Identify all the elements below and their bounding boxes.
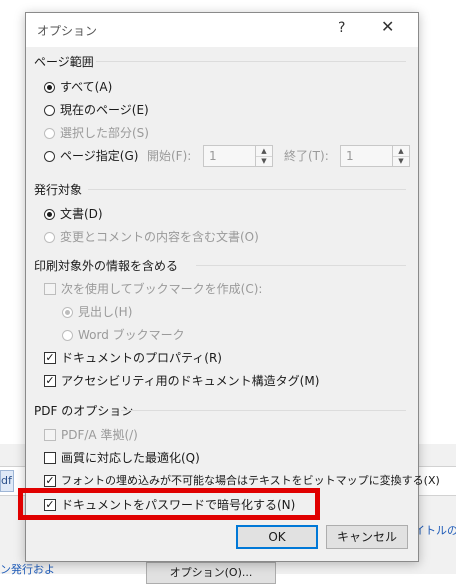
- checkbox-doc-properties-label[interactable]: ドキュメントのプロパティ(R): [61, 350, 222, 366]
- publish-divider: [88, 189, 406, 190]
- non-print-divider: [196, 265, 406, 266]
- cancel-button[interactable]: キャンセル: [326, 525, 408, 549]
- spin-down-icon: ▼: [261, 157, 267, 165]
- checkbox-optimize-label[interactable]: 画質に対応した最適化(Q): [61, 450, 200, 466]
- checkbox-bitmap-text-label[interactable]: フォントの埋め込みが不可能な場合はテキストをビットマップに変換する(X): [61, 473, 440, 489]
- radio-current-page[interactable]: [44, 105, 55, 116]
- highlight-box: [18, 488, 320, 520]
- background-options-button[interactable]: オプション(O)...: [146, 562, 276, 584]
- dialog-titlebar: オプション ? ✕: [26, 13, 418, 47]
- options-dialog: オプション ? ✕ ページ範囲 すべて(A) 現在のページ(E) 選択した部分(…: [25, 12, 440, 562]
- checkbox-structure-tags[interactable]: ✓: [44, 375, 56, 387]
- from-label: 開始(F):: [147, 149, 192, 163]
- checkbox-bookmarks: [44, 283, 56, 295]
- checkbox-optimize[interactable]: [44, 452, 56, 464]
- radio-document-label[interactable]: 文書(D): [60, 206, 103, 222]
- radio-page-range-label[interactable]: ページ指定(G): [60, 148, 138, 164]
- non-print-title: 印刷対象外の情報を含める: [34, 259, 179, 273]
- page-range-divider: [96, 61, 406, 62]
- radio-headings: [62, 307, 73, 318]
- background-text-left: ン発行およ: [0, 563, 55, 576]
- dialog-title: オプション: [37, 24, 98, 38]
- background-text-right: イトルの道: [414, 524, 456, 537]
- checkbox-pdfa: [44, 429, 56, 441]
- radio-all-pages-label[interactable]: すべて(A): [60, 79, 112, 95]
- radio-word-bookmarks: [62, 330, 73, 341]
- radio-document[interactable]: [44, 209, 55, 220]
- ok-button[interactable]: OK: [236, 525, 318, 549]
- to-value: 1: [346, 149, 354, 163]
- to-label: 終了(T):: [284, 149, 329, 163]
- checkbox-structure-tags-label[interactable]: アクセシビリティ用のドキュメント構造タグ(M): [61, 373, 319, 389]
- radio-selection: [44, 128, 55, 139]
- from-spinner: 1 ▲ ▼: [203, 145, 273, 167]
- radio-selection-label: 選択した部分(S): [60, 126, 149, 140]
- radio-document-markup-label: 変更とコメントの内容を含む文書(O): [60, 230, 259, 244]
- spin-down-icon: ▼: [398, 157, 404, 165]
- help-button[interactable]: ?: [338, 20, 345, 36]
- to-spinner: 1 ▲ ▼: [340, 145, 410, 167]
- checkbox-bookmarks-label: 次を使用してブックマークを作成(C):: [61, 282, 263, 296]
- checkbox-pdfa-label: PDF/A 準拠(/): [61, 428, 138, 442]
- page-range-title: ページ範囲: [34, 55, 94, 69]
- checkbox-doc-properties[interactable]: ✓: [44, 352, 56, 364]
- radio-page-range[interactable]: [44, 151, 55, 162]
- radio-all-pages[interactable]: [44, 82, 55, 93]
- close-icon[interactable]: ✕: [381, 17, 394, 36]
- background-filetype-tab: df: [0, 470, 14, 492]
- radio-current-page-label[interactable]: 現在のページ(E): [60, 102, 149, 118]
- pdf-options-title: PDF のオプション: [34, 404, 134, 418]
- checkbox-bitmap-text[interactable]: ✓: [44, 475, 56, 487]
- pdf-options-divider: [121, 410, 406, 411]
- radio-headings-label: 見出し(H): [78, 305, 133, 319]
- radio-document-markup: [44, 232, 55, 243]
- publish-title: 発行対象: [34, 183, 83, 197]
- radio-word-bookmarks-label: Word ブックマーク: [78, 328, 185, 342]
- from-value: 1: [209, 149, 217, 163]
